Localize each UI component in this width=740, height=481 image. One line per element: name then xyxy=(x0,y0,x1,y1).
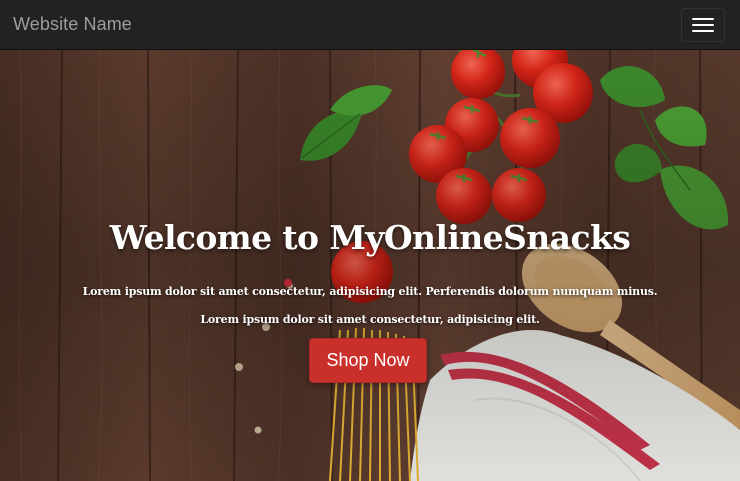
hamburger-menu-icon-bar xyxy=(692,23,714,26)
navbar-toggle-button[interactable] xyxy=(681,7,725,42)
shop-now-button[interactable]: Shop Now xyxy=(309,338,427,383)
hamburger-menu-icon-bar xyxy=(692,29,714,32)
page: Website Name Welcome to MyOnlineSnacks L… xyxy=(0,0,740,481)
navbar: Website Name xyxy=(0,0,740,50)
brand-link[interactable]: Website Name xyxy=(13,14,132,35)
hero-description-line-1: Lorem ipsum dolor sit amet consectetur, … xyxy=(82,285,658,298)
hamburger-menu-icon xyxy=(692,17,714,20)
hero-title: Welcome to MyOnlineSnacks xyxy=(109,218,631,257)
hero-content: Welcome to MyOnlineSnacks Lorem ipsum do… xyxy=(0,50,740,481)
hero-description-line-2: Lorem ipsum dolor sit amet consectetur, … xyxy=(200,313,540,326)
hero-section: Welcome to MyOnlineSnacks Lorem ipsum do… xyxy=(0,50,740,481)
